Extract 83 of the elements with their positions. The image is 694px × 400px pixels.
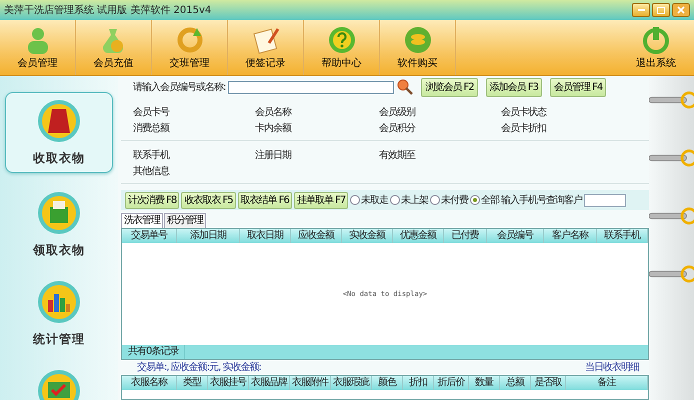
- field-label: 会员卡号: [133, 106, 170, 119]
- sidebar-item[interactable]: 收取衣物: [5, 92, 113, 173]
- bar-chart-icon: [37, 280, 81, 324]
- column-header[interactable]: 应收金额: [291, 229, 342, 243]
- binder-ring-icon: [649, 264, 694, 284]
- toolbar-button[interactable]: 软件购买: [380, 20, 456, 75]
- minimize-icon[interactable]: [632, 3, 650, 17]
- column-header[interactable]: 已付费: [444, 229, 487, 243]
- filter-radio[interactable]: 未付费: [430, 194, 468, 206]
- phone-field[interactable]: [584, 194, 626, 206]
- column-header[interactable]: 衣服名称: [122, 376, 177, 390]
- maximize-icon[interactable]: [652, 3, 670, 17]
- column-header[interactable]: 折后价: [434, 376, 469, 390]
- field-label: 其他信息: [133, 165, 170, 178]
- checkmark-icon: [37, 369, 81, 400]
- column-header[interactable]: 折扣: [403, 376, 434, 390]
- field-label: 会员名称: [255, 106, 292, 119]
- column-header[interactable]: 衣服附件: [290, 376, 331, 390]
- column-header[interactable]: 衣服挂号: [208, 376, 249, 390]
- column-header[interactable]: 数量: [469, 376, 500, 390]
- member-button[interactable]: 会员管理 F4: [550, 78, 606, 96]
- toolbar-button[interactable]: 便签记录: [228, 20, 304, 75]
- toolbar-button[interactable]: 帮助中心: [304, 20, 380, 75]
- tab[interactable]: 洗衣管理: [121, 213, 163, 228]
- tab[interactable]: 积分管理: [164, 213, 206, 228]
- field-label: 会员卡状态: [501, 106, 548, 119]
- action-button[interactable]: 取衣结单 F6: [238, 192, 292, 208]
- column-header[interactable]: 实收金额: [342, 229, 393, 243]
- filter-radio[interactable]: 未上架: [390, 194, 428, 206]
- binder-ring-icon: [649, 148, 694, 168]
- stack-icon: [402, 25, 432, 55]
- coat-icon: [37, 99, 81, 143]
- box-icon: [37, 191, 81, 235]
- column-header[interactable]: 颜色: [372, 376, 403, 390]
- record-count: 共有0条记录: [122, 345, 186, 359]
- toolbar-button[interactable]: 会员充值: [76, 20, 152, 75]
- filter-radio[interactable]: 全部: [470, 194, 500, 206]
- member-button[interactable]: 添加会员 F3: [486, 78, 542, 96]
- column-header[interactable]: 客户名称: [544, 229, 597, 243]
- column-header[interactable]: 会员编号: [487, 229, 544, 243]
- column-header[interactable]: 是否取: [531, 376, 566, 390]
- phone-search-label: 输入手机号查询客户: [501, 194, 582, 206]
- field-label: 会员级别: [379, 106, 416, 119]
- column-header[interactable]: 取衣日期: [240, 229, 291, 243]
- binder-ring-icon: [649, 206, 694, 226]
- refresh-icon: [174, 25, 204, 55]
- daily-details-link[interactable]: 当日收衣明细: [585, 361, 639, 374]
- toolbar-button[interactable]: 交班管理: [152, 20, 228, 75]
- column-header[interactable]: 联系手机: [597, 229, 648, 243]
- field-label: 联系手机: [133, 149, 170, 162]
- help-icon: [326, 25, 356, 55]
- field-label: 有效期至: [379, 149, 416, 162]
- summary-text: 交易单:, 应收金额:元, 实收金额:: [137, 361, 261, 374]
- search-label: 请输入会员编号或名称:: [133, 80, 226, 94]
- field-label: 会员积分: [379, 122, 416, 135]
- column-header[interactable]: 总额: [500, 376, 531, 390]
- field-label: 注册日期: [255, 149, 292, 162]
- column-header[interactable]: 优惠金额: [393, 229, 444, 243]
- member-button[interactable]: 浏览会员 F2: [421, 78, 478, 96]
- action-button[interactable]: 收衣取衣 F5: [181, 192, 236, 208]
- column-header[interactable]: 衣服瑕疵: [331, 376, 372, 390]
- field-label: 卡内余额: [255, 122, 292, 135]
- exit-button[interactable]: 退出系统: [618, 20, 694, 75]
- power-icon: [641, 25, 671, 55]
- field-label: 消费总额: [133, 122, 170, 135]
- column-header[interactable]: 衣服品牌: [249, 376, 290, 390]
- sidebar-item[interactable]: 统计管理: [5, 276, 113, 351]
- sidebar-item[interactable]: 领取衣物: [5, 187, 113, 262]
- column-header[interactable]: 备注: [566, 376, 648, 390]
- field-label: 会员卡折扣: [501, 122, 548, 135]
- column-header[interactable]: 交易单号: [122, 229, 177, 243]
- filter-radio[interactable]: 未取走: [350, 194, 388, 206]
- action-button[interactable]: 挂单取单 F7: [294, 192, 348, 208]
- search-icon[interactable]: [397, 79, 414, 95]
- window-title: 美萍干洗店管理系统 试用版 美萍软件 2015v4: [4, 4, 212, 16]
- note-icon: [250, 25, 280, 55]
- column-header[interactable]: 添加日期: [177, 229, 240, 243]
- close-icon[interactable]: [672, 3, 690, 17]
- column-header[interactable]: 类型: [177, 376, 208, 390]
- binder-ring-icon: [649, 90, 694, 110]
- action-button[interactable]: 计次消费 F8: [125, 192, 180, 208]
- toolbar-button[interactable]: 会员管理: [0, 20, 76, 75]
- search-field[interactable]: [228, 80, 394, 94]
